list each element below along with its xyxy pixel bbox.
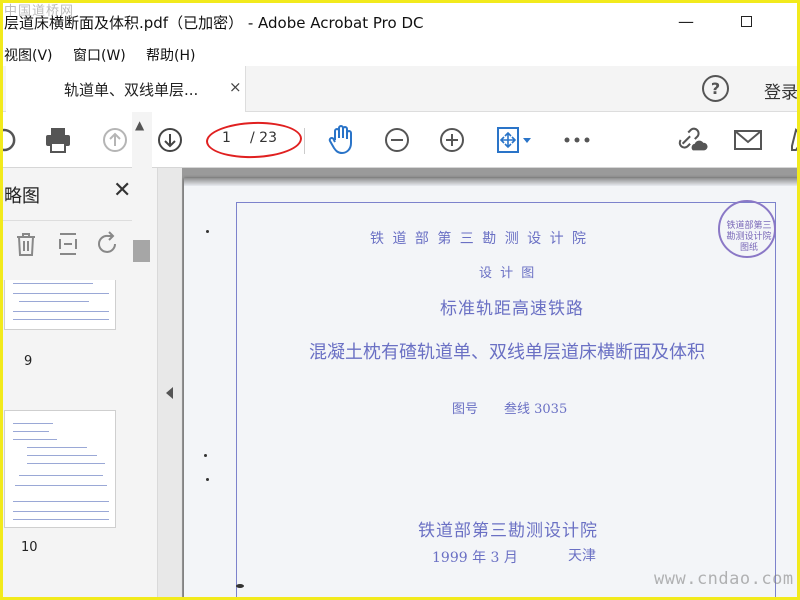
tab-document[interactable]: 轨道单、双线单层... × [6, 66, 246, 112]
previous-page-icon[interactable] [99, 124, 131, 156]
thumbnail-page-10[interactable] [4, 410, 116, 528]
watermark-url: www.cndao.com [654, 569, 794, 589]
doc-line-design-drawing: 设 计 图 [479, 266, 537, 281]
rotate-page-icon[interactable] [94, 230, 122, 258]
pane-collapse-strip[interactable] [158, 168, 182, 600]
watermark-text: 中国道桥网 [4, 4, 75, 19]
doc-line-main-title: 混凝土枕有碴轨道单、双线单层道床横断面及体积 [309, 342, 705, 363]
tab-bar: 轨道单、双线单层... × ? 登录 [0, 66, 800, 112]
scan-speck [204, 454, 207, 457]
toolbar-divider [304, 128, 305, 154]
zoom-in-icon[interactable] [436, 124, 468, 156]
document-page: 铁道部第三勘测设计院 图纸 铁 道 部 第 三 勘 测 设 计 院 设 计 图 … [184, 178, 798, 600]
maximize-icon [740, 15, 752, 27]
more-tools-icon[interactable] [561, 124, 593, 156]
thumbnail-scrollbar[interactable] [132, 112, 152, 432]
menu-bar: 视图(V) 窗口(W) 帮助(H) [0, 42, 800, 66]
doc-drawing-no-label: 图号 [452, 402, 479, 417]
collapse-arrow-icon[interactable] [166, 387, 173, 399]
doc-institute-name: 铁道部第三勘测设计院 [418, 521, 598, 541]
maximize-button[interactable] [734, 10, 758, 32]
doc-date: 1999 年 3 月 [432, 550, 518, 566]
scan-speck [236, 584, 244, 588]
fit-page-icon[interactable] [492, 124, 538, 156]
thumbnail-label-10: 10 [21, 540, 38, 555]
thumbnail-page-9[interactable] [4, 280, 116, 330]
page-current[interactable]: 1 [222, 130, 231, 146]
thumbnail-label-9: 9 [24, 354, 33, 369]
login-link[interactable]: 登录 [764, 78, 798, 103]
share-link-icon[interactable] [676, 124, 708, 156]
minimize-icon: — [678, 11, 694, 31]
email-icon[interactable] [732, 124, 764, 156]
page-shadow-edge [184, 178, 798, 186]
nav-close-icon[interactable]: ✕ [113, 178, 131, 203]
minimize-button[interactable]: — [674, 10, 698, 32]
edit-pencil-icon[interactable] [784, 124, 800, 156]
page-total: / 23 [250, 130, 277, 146]
title-bar: 层道床横断面及体积.pdf（已加密） - Adobe Acrobat Pro D… [0, 0, 800, 42]
nav-divider [0, 220, 145, 221]
scroll-up-icon[interactable]: ▲ [135, 118, 144, 132]
zoom-out-icon[interactable] [381, 124, 413, 156]
tab-label: 轨道单、双线单层... [64, 81, 199, 99]
menu-help[interactable]: 帮助(H) [146, 45, 195, 65]
next-page-icon[interactable] [154, 124, 186, 156]
extract-page-icon[interactable] [54, 230, 82, 258]
thumbnail-list [0, 280, 132, 600]
menu-window[interactable]: 窗口(W) [73, 45, 126, 65]
scrollbar-thumb[interactable] [133, 240, 150, 262]
doc-line-railway-title: 标准轨距高速铁路 [440, 299, 584, 319]
scan-speck [206, 230, 209, 233]
seal-text: 铁道部第三勘测设计院 图纸 [726, 221, 772, 253]
help-icon[interactable]: ? [702, 75, 729, 102]
doc-city: 天津 [568, 548, 596, 564]
tab-close-icon[interactable]: × [229, 78, 242, 96]
delete-page-icon[interactable] [12, 230, 40, 258]
toolbar: 1 / 23 [0, 112, 800, 168]
menu-view[interactable]: 视图(V) [4, 45, 53, 65]
nav-pane-title: 略图 [4, 186, 40, 207]
hand-tool-icon[interactable] [326, 124, 358, 156]
print-icon[interactable] [42, 124, 74, 156]
seal-stamp: 铁道部第三勘测设计院 图纸 [718, 200, 776, 258]
page-number-field[interactable]: 1 / 23 [212, 125, 298, 153]
doc-drawing-no-value: 叁线 3035 [504, 402, 568, 417]
scan-speck [206, 478, 209, 481]
save-icon[interactable] [0, 124, 20, 156]
doc-line-institute-header: 铁 道 部 第 三 勘 测 设 计 院 [370, 231, 589, 247]
